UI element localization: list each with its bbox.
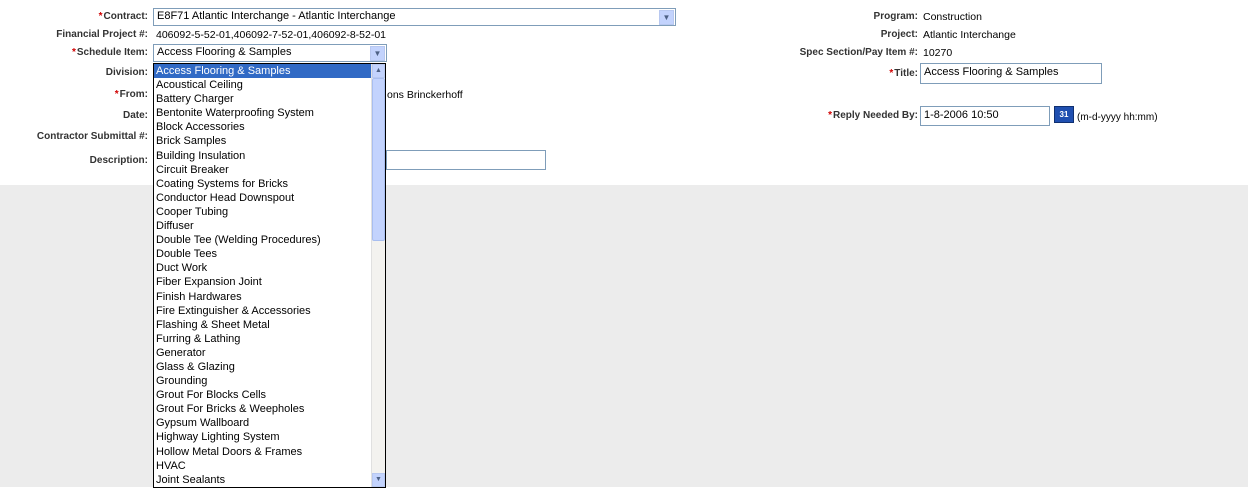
- dropdown-option[interactable]: Building Insulation: [154, 149, 385, 163]
- dropdown-option[interactable]: Conductor Head Downspout: [154, 191, 385, 205]
- description-label: Description:: [89, 155, 148, 166]
- project-value: Atlantic Interchange: [923, 29, 1016, 41]
- from-label: *From:: [115, 89, 148, 100]
- dropdown-option[interactable]: Fiber Expansion Joint: [154, 275, 385, 289]
- chevron-down-icon[interactable]: ▼: [659, 10, 674, 25]
- spec-section-label: Spec Section/Pay Item #:: [799, 47, 918, 58]
- program-label: Program:: [873, 11, 918, 22]
- reply-needed-by-input[interactable]: 1-8-2006 10:50: [920, 106, 1050, 126]
- calendar-icon[interactable]: 31: [1054, 106, 1074, 123]
- dropdown-option[interactable]: Battery Charger: [154, 92, 385, 106]
- dropdown-option[interactable]: Brick Samples: [154, 134, 385, 148]
- dropdown-option[interactable]: Cooper Tubing: [154, 205, 385, 219]
- dropdown-option[interactable]: Acoustical Ceiling: [154, 78, 385, 92]
- scroll-thumb[interactable]: [372, 78, 385, 241]
- required-marker: *: [98, 11, 103, 22]
- scroll-up-icon[interactable]: ▲: [372, 64, 385, 78]
- dropdown-option[interactable]: Diffuser: [154, 219, 385, 233]
- date-format-hint: (m-d-yyyy hh:mm): [1077, 112, 1158, 123]
- dropdown-options: Access Flooring & Samples Acoustical Ceil…: [154, 64, 385, 487]
- dropdown-option[interactable]: Double Tees: [154, 247, 385, 261]
- division-label: Division:: [105, 67, 148, 78]
- dropdown-option[interactable]: Highway Lighting System: [154, 430, 385, 444]
- project-label: Project:: [880, 29, 918, 40]
- spec-section-value: 10270: [923, 47, 953, 59]
- required-marker: *: [114, 89, 119, 100]
- from-value-partial: ons Brinckerhoff: [387, 89, 463, 101]
- title-label: *Title:: [889, 68, 918, 79]
- dropdown-option[interactable]: Block Accessories: [154, 120, 385, 134]
- contract-select[interactable]: E8F71 Atlantic Interchange - Atlantic In…: [153, 8, 676, 26]
- reply-needed-by-label: *Reply Needed By:: [828, 110, 918, 121]
- schedule-item-label: *Schedule Item:: [72, 47, 148, 58]
- reply-needed-by-label-text: Reply Needed By:: [832, 110, 918, 121]
- required-marker: *: [828, 110, 832, 121]
- dropdown-option[interactable]: Circuit Breaker: [154, 163, 385, 177]
- scroll-down-icon[interactable]: ▼: [372, 473, 385, 487]
- dropdown-option[interactable]: Hollow Metal Doors & Frames: [154, 445, 385, 459]
- chevron-down-icon[interactable]: ▼: [370, 46, 385, 61]
- contractor-submittal-label: Contractor Submittal #:: [36, 131, 148, 142]
- dropdown-option[interactable]: Gypsum Wallboard: [154, 416, 385, 430]
- schedule-item-select-value: Access Flooring & Samples: [157, 46, 292, 58]
- dropdown-option[interactable]: Grounding: [154, 374, 385, 388]
- dropdown-option[interactable]: Bentonite Waterproofing System: [154, 106, 385, 120]
- required-marker: *: [889, 68, 894, 79]
- required-marker: *: [71, 47, 76, 58]
- program-value: Construction: [923, 11, 982, 23]
- description-input[interactable]: [386, 150, 546, 170]
- dropdown-option[interactable]: HVAC: [154, 459, 385, 473]
- dropdown-option[interactable]: Finish Hardwares: [154, 290, 385, 304]
- financial-project-value: 406092-5-52-01,406092-7-52-01,406092-8-5…: [156, 29, 387, 41]
- dropdown-option[interactable]: Duct Work: [154, 261, 385, 275]
- financial-project-label: Financial Project #:: [56, 29, 148, 40]
- contract-label-text: Contract:: [103, 11, 148, 22]
- schedule-item-dropdown-list[interactable]: Access Flooring & Samples Acoustical Ceil…: [153, 63, 386, 488]
- dropdown-option[interactable]: Joint Sealants: [154, 473, 385, 487]
- dropdown-option[interactable]: Generator: [154, 346, 385, 360]
- date-label: Date:: [122, 110, 148, 121]
- dropdown-option[interactable]: Access Flooring & Samples: [154, 64, 385, 79]
- dropdown-option[interactable]: Coating Systems for Bricks: [154, 177, 385, 191]
- title-label-text: Title:: [894, 68, 918, 79]
- dropdown-option[interactable]: Flashing & Sheet Metal: [154, 318, 385, 332]
- from-label-text: From:: [119, 89, 148, 100]
- schedule-item-label-text: Schedule Item:: [76, 47, 148, 58]
- schedule-item-select[interactable]: Access Flooring & Samples ▼: [153, 44, 387, 62]
- dropdown-option[interactable]: Double Tee (Welding Procedures): [154, 233, 385, 247]
- dropdown-option[interactable]: Grout For Bricks & Weepholes: [154, 402, 385, 416]
- dropdown-option[interactable]: Fire Extinguisher & Accessories: [154, 304, 385, 318]
- dropdown-option[interactable]: Glass & Glazing: [154, 360, 385, 374]
- contract-select-value: E8F71 Atlantic Interchange - Atlantic In…: [157, 10, 396, 22]
- dropdown-option[interactable]: Furring & Lathing: [154, 332, 385, 346]
- dropdown-scrollbar[interactable]: ▲ ▼: [371, 64, 385, 487]
- contract-label: *Contract:: [99, 11, 148, 22]
- title-input[interactable]: Access Flooring & Samples: [920, 63, 1102, 84]
- dropdown-option[interactable]: Grout For Blocks Cells: [154, 388, 385, 402]
